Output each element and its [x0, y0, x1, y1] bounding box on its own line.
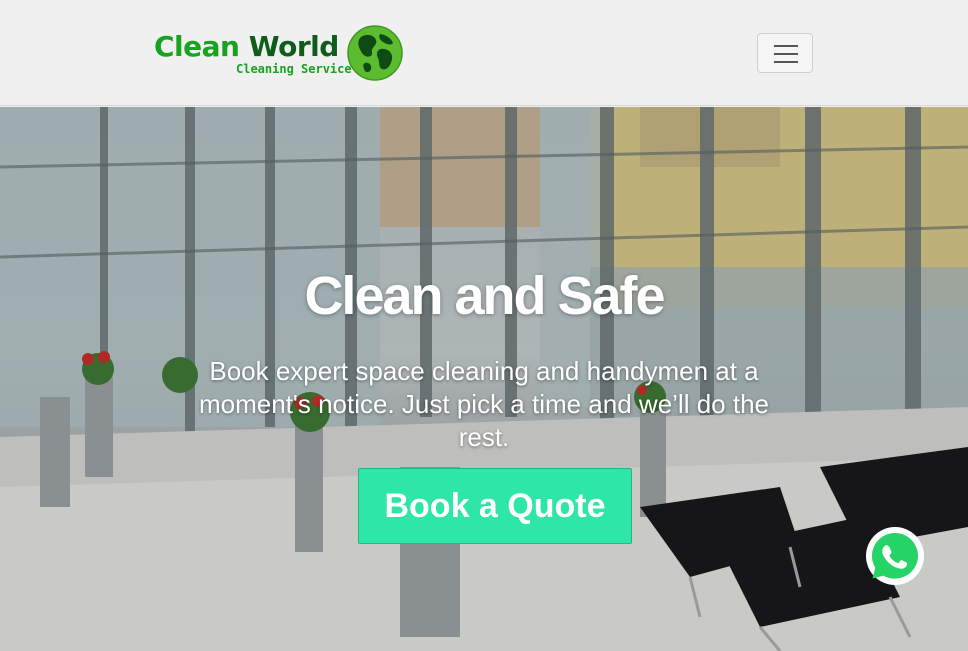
brand-name-clean: Clean	[154, 30, 240, 63]
hero-title: Clean and Safe	[304, 266, 665, 326]
navbar: Clean World Cleaning Service	[0, 0, 968, 106]
hero-section: Clean and Safe Book expert space cleanin…	[0, 107, 968, 651]
navbar-toggle-button[interactable]	[757, 33, 813, 73]
hamburger-menu-icon	[774, 45, 798, 47]
book-quote-button[interactable]: Book a Quote	[358, 468, 632, 544]
hamburger-menu-icon	[774, 53, 798, 55]
whatsapp-icon[interactable]	[865, 526, 925, 586]
brand-logo[interactable]: Clean World Cleaning Service	[154, 24, 406, 82]
globe-icon	[347, 25, 403, 81]
hamburger-menu-icon	[774, 61, 798, 63]
brand-tagline: Cleaning Service	[236, 62, 352, 76]
hero-subtitle: Book expert space cleaning and handymen …	[198, 356, 769, 452]
brand-name: Clean World	[154, 30, 339, 63]
brand-name-world: World	[248, 30, 340, 63]
